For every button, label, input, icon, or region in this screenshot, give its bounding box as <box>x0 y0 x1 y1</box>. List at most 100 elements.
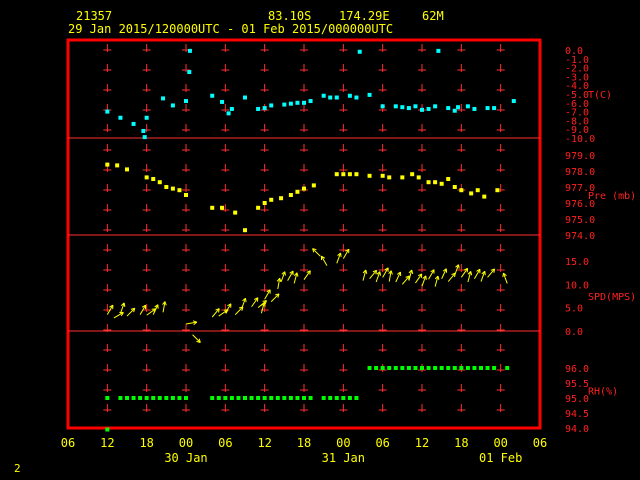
panel-label-wind_speed: SPD(MPS) <box>588 292 636 303</box>
x-tick-label: 06 <box>533 436 547 450</box>
humidity-point <box>105 396 110 400</box>
humidity-point <box>380 366 385 370</box>
pressure-point <box>416 175 421 180</box>
wind-arrow <box>480 270 486 282</box>
meteogram-chart: 06 12 18 00 06 12 18 00 06 12 18 00 06 30 Jan 31 Jan 01… <box>61 38 636 465</box>
wind-arrow <box>441 268 448 279</box>
temperature-point <box>105 109 110 114</box>
humidity-point <box>131 396 136 400</box>
wind-arrow-head <box>244 298 247 303</box>
temperature-point <box>426 106 431 111</box>
humidity-point <box>465 366 470 370</box>
temperature-point <box>295 100 300 105</box>
x-tick-label: 12 <box>100 436 114 450</box>
pressure-point <box>256 205 261 210</box>
humidity-point <box>505 366 510 370</box>
pressure-point <box>157 180 162 185</box>
date-label: 30 Jan <box>164 451 207 465</box>
y-tick-label: 10.0 <box>565 280 589 291</box>
pressure-point <box>184 193 188 197</box>
temperature-point <box>184 99 188 104</box>
wind-arrow <box>474 268 481 279</box>
temperature-point <box>433 104 438 109</box>
y-tick-label: 974.0 <box>565 231 595 242</box>
pressure-point <box>210 205 215 210</box>
humidity-point <box>151 396 156 400</box>
humidity-point <box>321 396 326 400</box>
wind-arrow-head <box>390 270 393 275</box>
wind-arrow-head <box>340 252 342 258</box>
wind-arrow <box>224 303 232 314</box>
humidity-point <box>138 396 143 400</box>
humidity-point <box>275 396 280 400</box>
pressure-point <box>426 180 431 185</box>
wind-arrow <box>264 289 271 300</box>
humidity-point <box>452 366 457 370</box>
wind-arrow <box>336 252 342 264</box>
pressure-point <box>125 167 129 172</box>
pressure-point <box>220 205 225 210</box>
wind-arrow-head <box>379 271 381 276</box>
wind-arrow <box>287 270 294 281</box>
wind-arrow-head <box>411 269 414 274</box>
date-label: 31 Jan <box>322 451 365 465</box>
pressure-point <box>311 183 316 188</box>
humidity-point <box>472 366 477 370</box>
y-tick-label: 5.0 <box>565 304 583 315</box>
humidity-point <box>354 396 359 400</box>
wind-arrow <box>415 273 423 284</box>
wind-arrow <box>312 248 321 257</box>
pressure-point <box>151 177 156 181</box>
temperature-point <box>131 121 136 126</box>
wind-arrow-head <box>284 271 286 276</box>
humidity-point <box>157 396 162 400</box>
pressure-point <box>164 185 169 189</box>
temperature-point <box>142 135 147 140</box>
x-tick-label: 12 <box>257 436 271 450</box>
wind-arrow <box>320 255 328 266</box>
wind-arrow <box>211 308 220 318</box>
humidity-point <box>459 366 464 370</box>
wind-arrow-shaft <box>270 293 280 302</box>
wind-arrow <box>126 307 136 317</box>
wind-arrow <box>447 272 456 282</box>
wind-arrow <box>395 271 402 283</box>
pressure-point <box>243 228 247 233</box>
wind-arrow <box>251 297 259 308</box>
wind-arrow-head <box>502 272 504 278</box>
humidity-point <box>308 396 313 400</box>
humidity-point <box>229 396 234 400</box>
x-tick-label: 18 <box>297 436 311 450</box>
pressure-point <box>469 191 474 196</box>
y-tick-label: 978.0 <box>565 167 595 178</box>
temperature-point <box>170 103 175 108</box>
temperature-point <box>367 92 372 97</box>
wind-arrow <box>382 267 389 278</box>
wind-arrow <box>119 302 126 314</box>
humidity-point <box>485 366 490 370</box>
wind-arrow <box>434 275 440 287</box>
temperature-point <box>308 99 313 104</box>
wind-arrow <box>113 311 124 319</box>
temperature-point <box>302 100 306 105</box>
pressure-point <box>446 177 451 181</box>
temperature-point <box>288 101 293 106</box>
temperature-point <box>256 106 261 111</box>
y-tick-label: 96.0 <box>565 364 589 375</box>
x-tick-label: 00 <box>179 436 193 450</box>
temperature-point <box>229 106 234 111</box>
wind-arrow-head <box>123 302 126 307</box>
temperature-point <box>413 104 418 109</box>
wind-arrow <box>162 301 167 313</box>
pressure-point <box>410 172 415 177</box>
humidity-point <box>420 366 424 370</box>
temperature-point <box>472 106 477 111</box>
x-tick-label: 06 <box>375 436 389 450</box>
pressure-point <box>144 175 149 180</box>
temperature-point <box>262 106 267 111</box>
x-tick-label: 06 <box>61 436 75 450</box>
y-tick-label: 94.5 <box>565 409 589 420</box>
humidity-point <box>223 396 228 400</box>
pressure-point <box>302 186 306 191</box>
humidity-point <box>367 366 372 370</box>
